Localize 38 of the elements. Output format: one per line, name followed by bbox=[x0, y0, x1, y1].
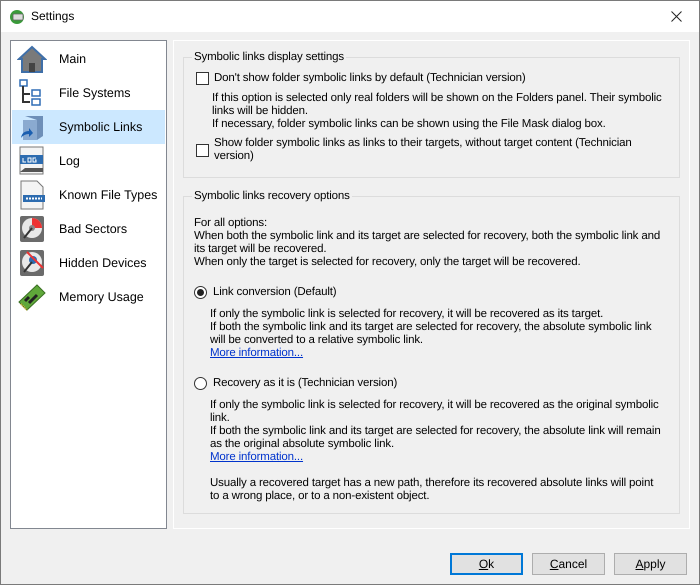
group-title: Symbolic links display settings bbox=[192, 50, 346, 64]
sidebar-item[interactable]: Symbolic Links bbox=[12, 110, 165, 144]
option-description: If only the symbolic link is selected for recovery, it will be recovered as its target. bbox=[210, 308, 604, 321]
option-description: If both the symbolic link and its target are selected for recovery, the absolute symbolic link will be converted to a relative symbolic link. bbox=[210, 321, 652, 347]
radio-button[interactable] bbox=[194, 377, 207, 390]
sidebar-item[interactable]: Hidden Devices bbox=[12, 246, 165, 280]
dialog-button[interactable]: Apply bbox=[614, 553, 687, 575]
sidebar-item[interactable]: Main bbox=[12, 42, 165, 76]
window-title: Settings bbox=[31, 10, 76, 23]
checkbox-label[interactable]: Show folder symbolic links as links to their targets, without target content (Technician version) bbox=[214, 137, 669, 163]
sidebar-item[interactable]: Log bbox=[12, 144, 165, 178]
radio-label[interactable]: Recovery as it is (Technician version) bbox=[213, 377, 398, 390]
dialog-button[interactable]: Ok bbox=[450, 553, 523, 575]
option-description: If only the symbolic link is selected for recovery, it will be recovered as the original symbolic link. bbox=[210, 399, 660, 425]
checkbox-label[interactable]: Don't show folder symbolic links by default (Technician version) bbox=[214, 72, 526, 85]
memory-module-icon bbox=[17, 282, 47, 312]
sidebar-item[interactable]: Memory Usage bbox=[12, 280, 165, 314]
checkbox[interactable] bbox=[196, 72, 209, 85]
sidebar-item[interactable]: Bad Sectors bbox=[12, 212, 165, 246]
option-description: If necessary, folder symbolic links can be shown using the File Mask dialog box. bbox=[212, 118, 607, 131]
more-information-link[interactable]: More information... bbox=[210, 347, 304, 359]
option-description: If both the symbolic link and its target are selected for recovery, the absolute link will remain as the original absolute symbolic link. bbox=[210, 425, 662, 451]
house-icon bbox=[17, 44, 47, 74]
checkbox[interactable] bbox=[196, 144, 209, 156]
group-title: Symbolic links recovery options bbox=[192, 189, 352, 203]
intro-text: For all options: bbox=[194, 217, 268, 230]
radio-label[interactable]: Link conversion (Default) bbox=[213, 286, 336, 299]
sidebar-item[interactable]: Known File Types bbox=[12, 178, 165, 212]
app-icon bbox=[9, 8, 25, 24]
note-text: Usually a recovered target has a new path, therefore its recovered absolute links will point to a wrong place, or to a non-existent object. bbox=[209, 476, 654, 504]
dialog-button[interactable]: Cancel bbox=[532, 553, 605, 575]
intro-text: When both the symbolic link and its target are selected for recovery, both the symbolic link and its target will be recovered. bbox=[194, 230, 662, 256]
close-icon bbox=[670, 11, 682, 22]
option-description: If this option is selected only real folders will be shown on the Folders panel. Their symbolic links will be hidden. bbox=[212, 92, 663, 118]
intro-text: When only the target is selected for recovery, only the target will be recovered. bbox=[194, 256, 582, 269]
more-information-link[interactable]: More information... bbox=[210, 451, 304, 463]
radio-button[interactable] bbox=[194, 286, 207, 299]
sidebar-item[interactable]: File Systems bbox=[12, 76, 165, 110]
